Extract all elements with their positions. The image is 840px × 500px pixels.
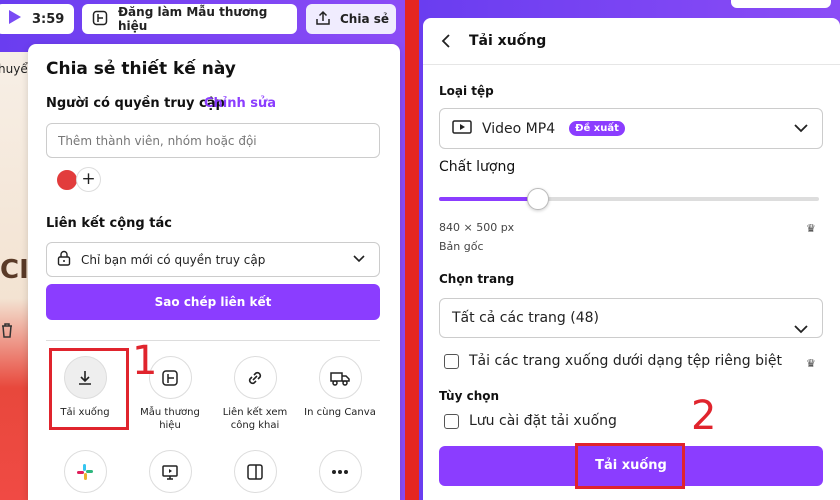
brand-template-label: Đăng làm Mẫu thương hiệu: [118, 5, 268, 33]
download-panel: Tải xuống Loại tệp Video MP4 Đề xuất Chấ…: [423, 18, 840, 500]
back-icon[interactable]: [441, 34, 451, 52]
option-print-label: In cùng Canva: [304, 407, 376, 418]
topbar-button-fragment[interactable]: [731, 0, 831, 8]
option-layout[interactable]: [216, 450, 294, 500]
divider: [423, 64, 840, 65]
copy-link-button[interactable]: Sao chép liên kết: [46, 284, 380, 320]
original-text: Bản gốc: [439, 240, 484, 253]
quality-slider-thumb[interactable]: [526, 188, 549, 210]
chevron-down-icon: [794, 311, 808, 349]
share-panel-title: Chia sẻ thiết kế này: [46, 59, 236, 79]
chevron-down-icon: [353, 252, 365, 266]
slack-icon: [63, 450, 107, 493]
link-access-value: Chỉ bạn mới có quyền truy cập: [81, 252, 266, 267]
option-present[interactable]: [131, 450, 209, 500]
options-label: Tùy chọn: [439, 389, 500, 403]
access-label: Người có quyền truy cập: [46, 96, 225, 111]
share-screen: huyể CI 3:59 Đăng làm Mẫu thương hiệu Ch…: [0, 0, 405, 500]
canvas-big-text-fragment: CI: [0, 255, 29, 285]
brand-template-button[interactable]: Đăng làm Mẫu thương hiệu: [82, 4, 297, 34]
page-select-value: Tất cả các trang (48): [452, 310, 599, 326]
option-slack[interactable]: [46, 450, 124, 500]
edit-access-link[interactable]: Chỉnh sửa: [204, 96, 276, 111]
option-brand-template-label: Mẫu thương hiệu: [140, 407, 200, 431]
download-screen: Tải xuống Loại tệp Video MP4 Đề xuất Chấ…: [419, 0, 840, 500]
recommended-badge: Đề xuất: [569, 121, 625, 136]
divider: [46, 340, 380, 341]
separate-files-checkbox[interactable]: [444, 353, 459, 369]
share-panel: Chia sẻ thiết kế này Người có quyền truy…: [28, 44, 400, 500]
present-icon: [148, 450, 192, 493]
highlight-box-download-button: [575, 443, 685, 489]
add-member-button[interactable]: +: [76, 167, 101, 192]
file-type-value: Video MP4: [482, 120, 556, 137]
file-type-select[interactable]: Video MP4 Đề xuất: [439, 108, 823, 149]
play-time: 3:59: [32, 11, 65, 27]
download-panel-title: Tải xuống: [469, 33, 547, 49]
share-button[interactable]: Chia sẻ: [306, 4, 396, 34]
play-icon: [8, 9, 22, 29]
quality-slider-fill: [439, 197, 538, 201]
chevron-down-icon: [794, 121, 808, 137]
option-more[interactable]: [301, 450, 379, 500]
play-button[interactable]: 3:59: [0, 4, 74, 34]
quality-label: Chất lượng: [439, 159, 516, 175]
step-number-1: 1: [132, 338, 158, 384]
crown-icon: ♛: [806, 222, 816, 235]
editor-topbar: 3:59 Đăng làm Mẫu thương hiệu Chia sẻ: [0, 0, 405, 44]
share-label: Chia sẻ: [340, 12, 390, 26]
step-number-2: 2: [691, 393, 717, 439]
crown-icon: ♛: [806, 357, 816, 370]
quality-slider[interactable]: [439, 188, 819, 210]
separate-files-label: Tải các trang xuống dưới dạng tệp riêng …: [469, 353, 782, 369]
link-icon: [233, 356, 277, 399]
more-icon: [318, 450, 362, 493]
lock-icon: [57, 250, 71, 269]
file-type-label: Loại tệp: [439, 84, 494, 98]
truck-icon: [318, 356, 362, 399]
page-select[interactable]: Tất cả các trang (48): [439, 298, 823, 338]
save-settings-label: Lưu cài đặt tải xuống: [469, 413, 617, 429]
collab-link-label: Liên kết cộng tác: [46, 216, 172, 231]
option-public-link-label: Liên kết xem công khai: [222, 407, 288, 431]
canvas-text-fragment: huyể: [0, 62, 28, 76]
divider-bar: [405, 0, 419, 500]
page-select-label: Chọn trang: [439, 272, 515, 286]
video-icon: [452, 119, 472, 138]
upload-icon: [315, 10, 331, 29]
separate-files-option[interactable]: Tải các trang xuống dưới dạng tệp riêng …: [444, 353, 782, 369]
highlight-box-download-option: [49, 348, 129, 430]
option-print[interactable]: In cùng Canva: [301, 356, 379, 419]
layout-icon: [233, 450, 277, 493]
trash-icon[interactable]: [0, 322, 14, 342]
link-access-select[interactable]: Chỉ bạn mới có quyền truy cập: [46, 242, 380, 277]
brand-template-icon: [92, 10, 108, 29]
save-settings-checkbox[interactable]: [444, 413, 459, 429]
save-settings-option[interactable]: Lưu cài đặt tải xuống: [444, 413, 617, 429]
option-public-link[interactable]: Liên kết xem công khai: [216, 356, 294, 432]
member-search-input[interactable]: [46, 123, 380, 158]
size-text: 840 × 500 px: [439, 221, 515, 234]
